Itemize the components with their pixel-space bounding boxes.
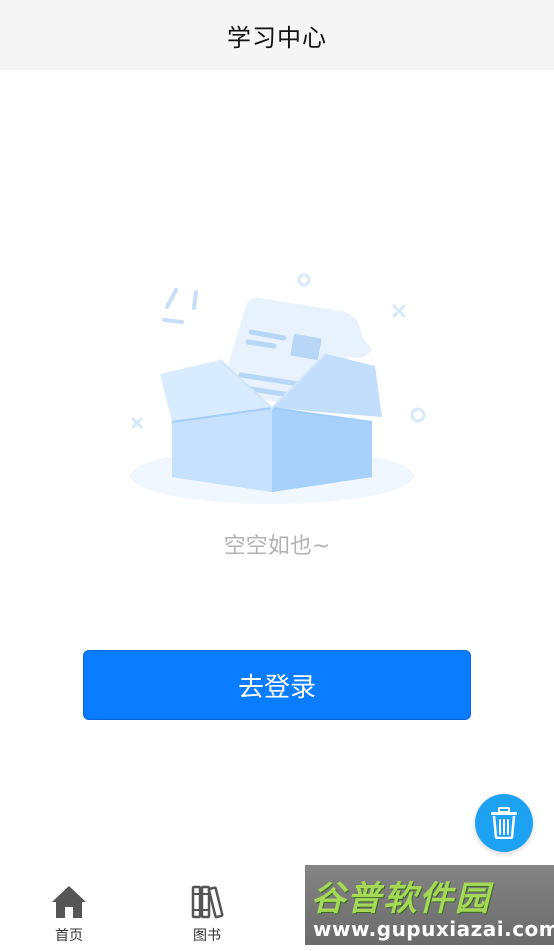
watermark-title: 谷普软件园 (311, 879, 491, 919)
tab-home[interactable]: 首页 (29, 882, 109, 946)
delete-fab-button[interactable] (475, 794, 533, 852)
watermark-url: www.gupuxiazai.com (313, 917, 554, 941)
page-title: 学习中心 (227, 23, 327, 52)
empty-message: 空空如也~ (223, 534, 331, 559)
trash-icon (491, 807, 517, 839)
learning-center-page: 学习中心 空空如也~ 去登录 首页 图书 谷普软件园 www.gupuxiaza… (0, 0, 554, 951)
login-button[interactable]: 去登录 (83, 650, 471, 720)
watermark-logo: 谷普软件园 www.gupuxiazai.com (305, 865, 554, 945)
empty-box-illustration (130, 273, 426, 504)
tab-books-label: 图书 (193, 928, 221, 944)
tab-home-label: 首页 (55, 928, 83, 944)
top-bar: 学习中心 (0, 0, 554, 70)
tab-books[interactable]: 图书 (167, 882, 247, 946)
books-icon (187, 882, 227, 922)
home-icon (49, 882, 89, 922)
